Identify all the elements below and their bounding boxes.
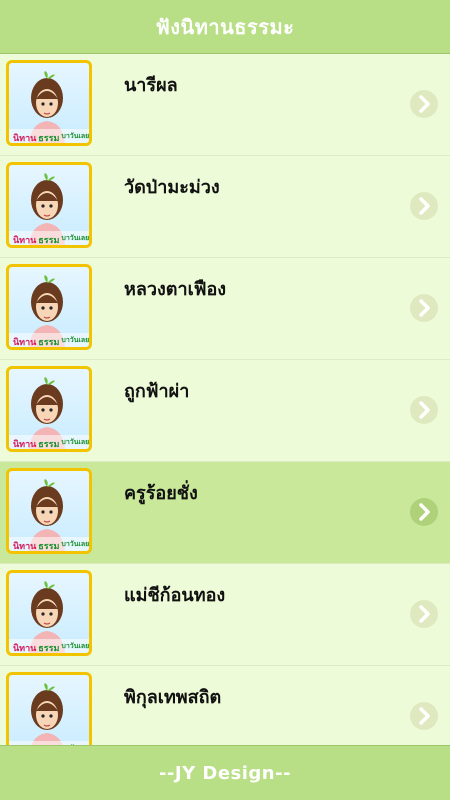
thumb-caption-part1: นิทาน xyxy=(13,542,37,552)
thumb-caption-part2: ธรรม xyxy=(38,236,60,246)
thumb-caption-part2: ธรรม xyxy=(38,440,60,450)
list-item-selected[interactable]: นิทาน ธรรม บาวันเลย ครูร้อยชั่ง xyxy=(0,462,450,564)
list-item[interactable]: นิทาน ธรรม บาวันเลย วัดป่ามะม่วง xyxy=(0,156,450,258)
list-item-title: ครูร้อยชั่ง xyxy=(124,483,198,504)
thumb-caption-part3: บาวันเลย xyxy=(61,336,90,344)
thumbnail: นิทาน ธรรม บาวันเลย xyxy=(6,570,92,656)
thumb-caption-part3: บาวันเลย xyxy=(61,438,90,446)
list-item-title: ถูกฟ้าผ่า xyxy=(124,381,190,402)
story-list[interactable]: นิทาน ธรรม บาวันเลย นารีผล นิทาน ธรรม บา… xyxy=(0,54,450,745)
chevron-right-icon[interactable] xyxy=(410,294,438,322)
page-title: ฟังนิทานธรรมะ xyxy=(155,14,295,39)
list-item-title: พิกุลเทพสถิต xyxy=(124,687,222,708)
list-item-title: วัดป่ามะม่วง xyxy=(124,177,220,198)
thumbnail: นิทาน ธรรม บาวันเลย xyxy=(6,366,92,452)
thumb-caption-part3: บาวันเลย xyxy=(61,540,90,548)
list-item-title: แม่ชีก้อนทอง xyxy=(124,585,226,606)
thumb-caption-part1: นิทาน xyxy=(13,338,37,348)
list-item[interactable]: นิทาน ธรรม บาวันเลย พิกุลเทพสถิต xyxy=(0,666,450,745)
thumb-caption-part3: บาวันเลย xyxy=(61,642,90,650)
footer-credit: --JY Design-- xyxy=(158,762,292,784)
thumb-caption-part2: ธรรม xyxy=(38,644,60,654)
list-item-title: หลวงตาเฟือง xyxy=(124,279,227,300)
thumb-caption-part2: ธรรม xyxy=(38,134,60,144)
app-footer: --JY Design-- xyxy=(0,745,450,800)
list-item[interactable]: นิทาน ธรรม บาวันเลย นารีผล xyxy=(0,54,450,156)
chevron-right-icon[interactable] xyxy=(410,192,438,220)
thumbnail: นิทาน ธรรม บาวันเลย xyxy=(6,162,92,248)
thumb-caption-part1: นิทาน xyxy=(13,236,37,246)
list-item[interactable]: นิทาน ธรรม บาวันเลย หลวงตาเฟือง xyxy=(0,258,450,360)
chevron-right-icon[interactable] xyxy=(410,498,438,526)
thumbnail: นิทาน ธรรม บาวันเลย xyxy=(6,468,92,554)
thumb-caption-part1: นิทาน xyxy=(13,134,37,144)
thumbnail: นิทาน ธรรม บาวันเลย xyxy=(6,672,92,745)
thumb-caption-part2: ธรรม xyxy=(38,338,60,348)
chevron-right-icon[interactable] xyxy=(410,600,438,628)
list-item[interactable]: นิทาน ธรรม บาวันเลย แม่ชีก้อนทอง xyxy=(0,564,450,666)
chevron-right-icon[interactable] xyxy=(410,702,438,730)
thumb-caption-part3: บาวันเลย xyxy=(61,234,90,242)
thumb-caption-part3: บาวันเลย xyxy=(61,132,90,140)
thumbnail: นิทาน ธรรม บาวันเลย xyxy=(6,60,92,146)
thumb-caption-part2: ธรรม xyxy=(38,542,60,552)
app-header: ฟังนิทานธรรมะ xyxy=(0,0,450,54)
thumb-caption-part1: นิทาน xyxy=(13,440,37,450)
thumb-caption-part1: นิทาน xyxy=(13,644,37,654)
app-window: ฟังนิทานธรรมะ นิทาน ธรรม บาวันเลย นารีผล… xyxy=(0,0,450,800)
thumbnail: นิทาน ธรรม บาวันเลย xyxy=(6,264,92,350)
girl-avatar-icon xyxy=(9,683,89,745)
list-item-title: นารีผล xyxy=(124,75,178,96)
chevron-right-icon[interactable] xyxy=(410,90,438,118)
list-item[interactable]: นิทาน ธรรม บาวันเลย ถูกฟ้าผ่า xyxy=(0,360,450,462)
chevron-right-icon[interactable] xyxy=(410,396,438,424)
